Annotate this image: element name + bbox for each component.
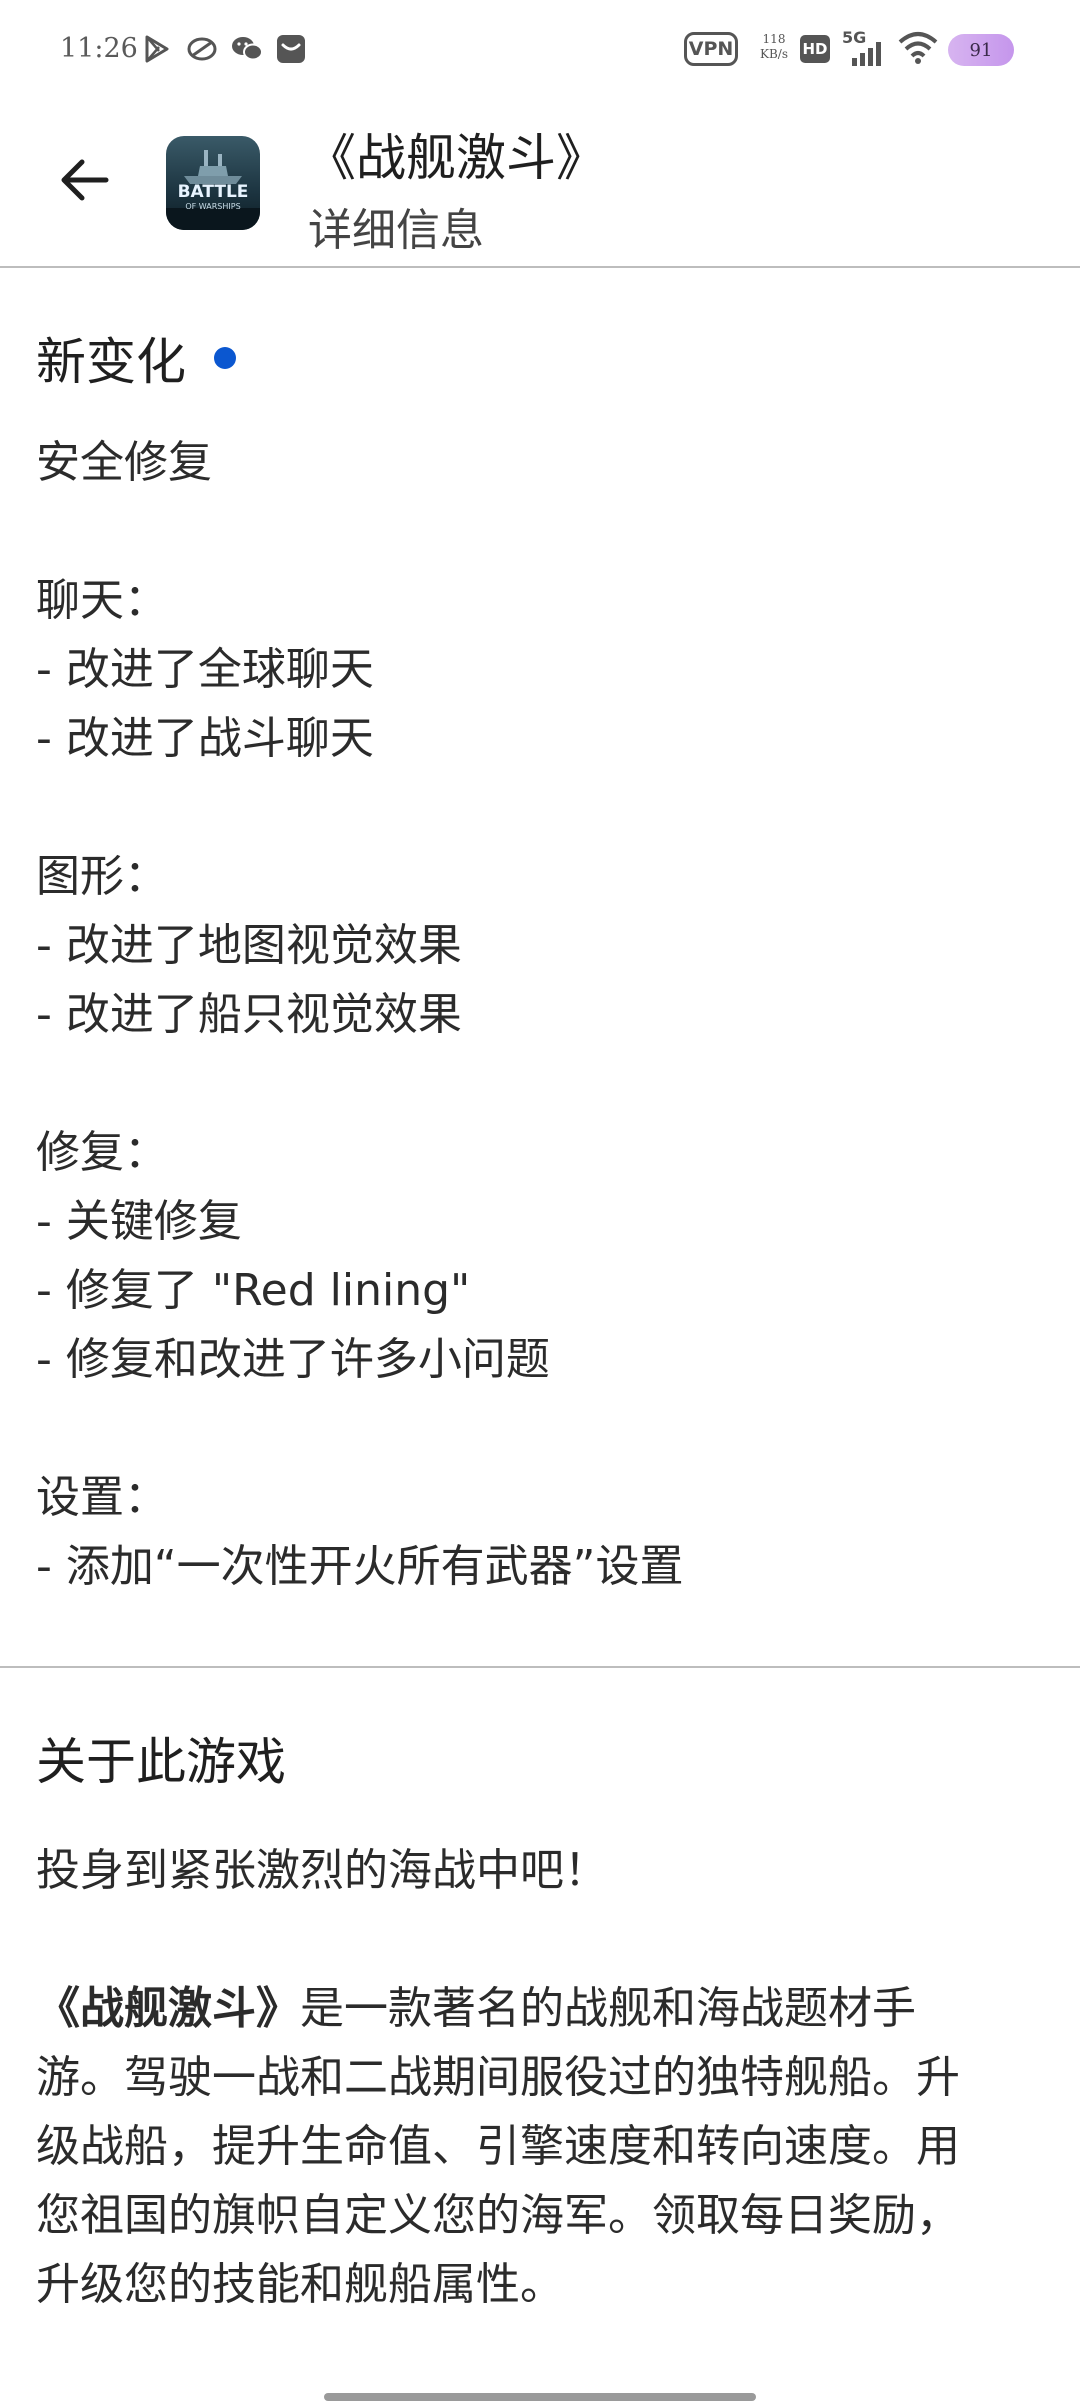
sync-icon [184,32,220,66]
changelog-line: 设置： [36,1472,168,1523]
changelog-line: 安全修复 [36,437,212,488]
changelog-line: 聊天： [36,575,168,626]
battery-icon: 91 [948,34,1014,66]
signal-icon: 5G [842,28,890,72]
app-icon-logo-sub: OF WARSHIPS [185,202,241,211]
about-intro: 投身到紧张激烈的海战中吧！ [36,1845,608,1896]
changelog-line: - 添加“一次性开火所有武器”设置 [36,1541,684,1592]
about-line-text: 是一款著名的战舰和海战题材手 [300,1983,916,2034]
wechat-icon [228,32,266,66]
changelog-blank [36,773,1046,842]
about-line: 您祖国的旗帜自定义您的海军。领取每日奖励， [36,2190,960,2241]
whats-new-title-text: 新变化 [36,333,186,391]
back-button[interactable] [44,140,124,220]
changelog-line: - 改进了船只视觉效果 [36,989,462,1040]
changelog-line: - 关键修复 [36,1196,242,1247]
wifi-icon [898,30,938,74]
about-line: 游。驾驶一战和二战期间服役过的独特舰船。升 [36,2052,960,2103]
home-indicator[interactable] [324,2393,756,2401]
changelog-blank [36,1394,1046,1463]
page-title: 《战舰激斗》 [306,129,606,187]
app-icon: BATTLE OF WARSHIPS [166,136,260,230]
changelog-line: 修复： [36,1127,168,1178]
network-speed: 118 KB/s [752,32,796,76]
changelog-line: - 修复了 "Red lining" [36,1265,471,1316]
about-description: 投身到紧张激烈的海战中吧！ 《战舰激斗》是一款著名的战舰和海战题材手 游。驾驶一… [36,1836,1046,2319]
about-section: 关于此游戏 投身到紧张激烈的海战中吧！ 《战舰激斗》是一款著名的战舰和海战题材手… [36,1722,1046,2319]
changelog-line: 图形： [36,851,168,902]
changelog-line: - 改进了战斗聊天 [36,713,374,764]
changelog-line: - 改进了地图视觉效果 [36,920,462,971]
vpn-badge: VPN [684,32,738,66]
about-game-name: 《战舰激斗》 [36,1983,300,2034]
changelog-blank [36,1049,1046,1118]
net-speed-value: 118 [762,32,786,46]
hd-badge: HD [800,35,830,63]
changelog-line: - 修复和改进了许多小问题 [36,1334,550,1385]
mail-icon [274,32,308,66]
whats-new-title: 新变化 [36,316,1046,400]
section-divider [0,1666,1080,1668]
about-title: 关于此游戏 [36,1733,286,1791]
status-bar: 11:26 VPN 118 KB/s HD 5G 91 [0,0,1080,100]
new-indicator-dot [214,347,236,369]
changelog-line: - 改进了全球聊天 [36,644,374,695]
net-speed-unit: KB/s [760,47,788,61]
about-blank [36,1905,1046,1974]
about-line: 升级您的技能和舰船属性。 [36,2259,564,2310]
arrow-back-icon [61,159,109,201]
play-store-icon [140,32,174,66]
about-line: 级战船，提升生命值、引擎速度和转向速度。用 [36,2121,960,2172]
status-time: 11:26 [60,33,138,64]
changelog-blank [36,497,1046,566]
changelog: 安全修复 聊天： - 改进了全球聊天 - 改进了战斗聊天 图形： - 改进了地图… [36,428,1046,1601]
app-header: BATTLE OF WARSHIPS 《战舰激斗》 详细信息 [0,100,1080,268]
page-subtitle: 详细信息 [308,205,484,256]
app-icon-logo: BATTLE [177,182,249,202]
whats-new-section: 新变化 安全修复 聊天： - 改进了全球聊天 - 改进了战斗聊天 图形： - 改… [36,268,1046,1601]
about-line: 《战舰激斗》是一款著名的战舰和海战题材手 [36,1974,1046,2043]
